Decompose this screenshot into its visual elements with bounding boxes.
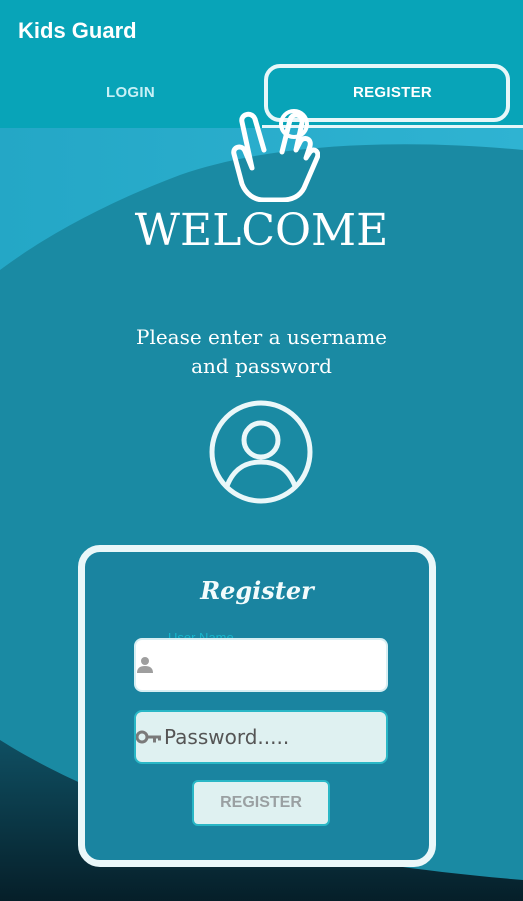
register-button[interactable]: REGISTER: [192, 780, 330, 826]
tab-login[interactable]: LOGIN: [0, 62, 261, 122]
instruction-text: Please enter a username and password: [0, 323, 523, 381]
user-circle-icon: [209, 400, 313, 504]
username-field[interactable]: [134, 638, 407, 692]
instruction-line-1: Please enter a username: [135, 325, 387, 349]
person-icon: [136, 656, 154, 674]
key-icon: [136, 730, 162, 744]
panel-title: Register: [200, 576, 314, 605]
welcome-heading: WELCOME: [134, 205, 389, 256]
username-input[interactable]: [154, 644, 407, 686]
password-field[interactable]: [134, 710, 415, 764]
register-panel: Register User Name..... REGISTER: [78, 545, 436, 867]
app-title: Kids Guard: [18, 18, 137, 43]
password-input[interactable]: [162, 716, 415, 758]
instruction-line-2: and password: [191, 354, 332, 378]
hand-pointer-icon: [231, 109, 320, 202]
